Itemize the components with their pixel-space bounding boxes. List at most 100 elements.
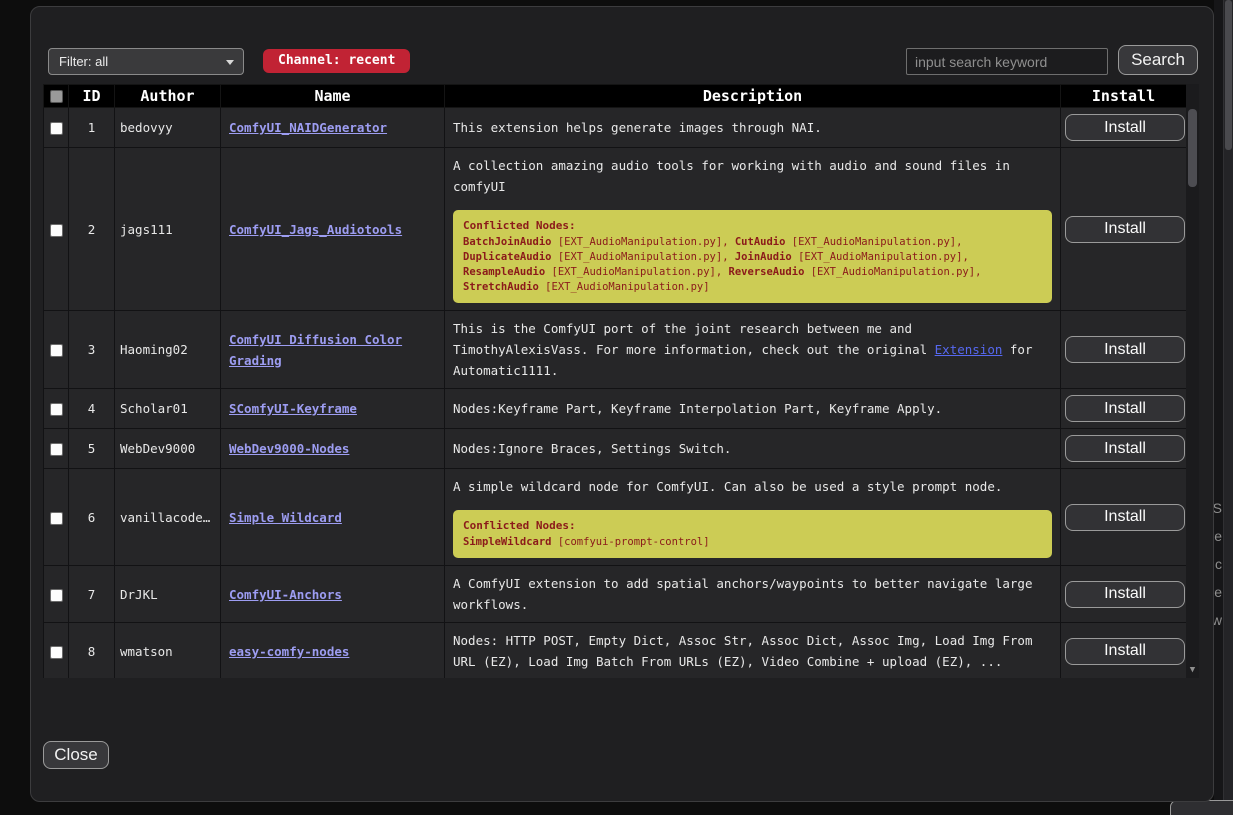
conflict-node-name: StretchAudio xyxy=(463,281,539,293)
row-description: This is the ComfyUI port of the joint re… xyxy=(445,311,1061,389)
scroll-down-arrow-icon[interactable]: ▼ xyxy=(1186,665,1199,675)
extension-name-link[interactable]: easy-comfy-nodes xyxy=(229,644,349,659)
row-name-cell: easy-comfy-nodes xyxy=(221,623,445,679)
search-button[interactable]: Search xyxy=(1118,45,1198,75)
conflict-node-ref: [EXT_AudioManipulation.py] xyxy=(552,251,723,263)
extension-name-link[interactable]: SComfyUI-Keyframe xyxy=(229,401,357,416)
extension-name-link[interactable]: ComfyUI_NAIDGenerator xyxy=(229,120,387,135)
page-scrollbar-thumb[interactable] xyxy=(1225,0,1232,150)
conflicted-nodes-warning: Conflicted Nodes: SimpleWildcard [comfyui… xyxy=(453,510,1052,558)
table-header-row: ID Author Name Description Install xyxy=(44,85,1187,108)
conflict-node-name: BatchJoinAudio xyxy=(463,236,552,248)
conflict-node-ref: [EXT_AudioManipulation.py] xyxy=(545,266,716,278)
clipped-text-fragment: c xyxy=(1215,556,1222,572)
row-id: 6 xyxy=(69,469,115,566)
conflict-title: Conflicted Nodes: xyxy=(463,218,1042,233)
install-custom-nodes-dialog: Filter: all Channel: recent Search ID xyxy=(30,6,1214,802)
select-all-checkbox[interactable] xyxy=(50,90,63,103)
conflict-node-ref: [EXT_AudioManipulation.py] xyxy=(792,251,963,263)
install-button[interactable]: Install xyxy=(1065,216,1185,243)
table-row: 7DrJKLComfyUI-AnchorsA ComfyUI extension… xyxy=(44,566,1187,623)
close-button[interactable]: Close xyxy=(43,741,109,769)
conflicted-nodes-warning: Conflicted Nodes: BatchJoinAudio [EXT_Aud… xyxy=(453,210,1052,303)
extension-name-link[interactable]: WebDev9000-Nodes xyxy=(229,441,349,456)
description-link[interactable]: Extension xyxy=(935,342,1003,357)
install-button[interactable]: Install xyxy=(1065,504,1185,531)
table-row: 4Scholar01SComfyUI-KeyframeNodes:Keyfram… xyxy=(44,389,1187,429)
install-button[interactable]: Install xyxy=(1065,114,1185,141)
row-install-cell: Install xyxy=(1061,148,1187,311)
row-checkbox-cell xyxy=(44,389,69,429)
install-button[interactable]: Install xyxy=(1065,435,1185,462)
row-checkbox[interactable] xyxy=(50,403,63,416)
row-description: A collection amazing audio tools for wor… xyxy=(445,148,1061,311)
conflict-node-ref: [EXT_AudioManipulation.py] xyxy=(552,236,723,248)
conflict-node-ref: [EXT_AudioManipulation.py] xyxy=(539,281,710,293)
table-scrollbar-thumb[interactable] xyxy=(1188,109,1197,187)
search-input[interactable] xyxy=(906,48,1108,75)
row-checkbox[interactable] xyxy=(50,443,63,456)
conflict-node-name: CutAudio xyxy=(735,236,786,248)
row-id: 5 xyxy=(69,429,115,469)
row-checkbox[interactable] xyxy=(50,512,63,525)
row-checkbox[interactable] xyxy=(50,646,63,659)
extensions-table: ID Author Name Description Install 1bedo… xyxy=(43,84,1187,678)
row-author: jags111 xyxy=(115,148,221,311)
conflict-node-name: ReverseAudio xyxy=(729,266,805,278)
row-checkbox-cell xyxy=(44,429,69,469)
row-checkbox-cell xyxy=(44,311,69,389)
row-checkbox[interactable] xyxy=(50,344,63,357)
row-install-cell: Install xyxy=(1061,108,1187,148)
row-author: bedovyy xyxy=(115,108,221,148)
row-name-cell: SComfyUI-Keyframe xyxy=(221,389,445,429)
table-row: 1bedovyyComfyUI_NAIDGeneratorThis extens… xyxy=(44,108,1187,148)
table-row: 8wmatsoneasy-comfy-nodesNodes: HTTP POST… xyxy=(44,623,1187,679)
row-name-cell: WebDev9000-Nodes xyxy=(221,429,445,469)
extension-name-link[interactable]: ComfyUI-Anchors xyxy=(229,587,342,602)
install-button[interactable]: Install xyxy=(1065,638,1185,665)
row-install-cell: Install xyxy=(1061,469,1187,566)
row-id: 3 xyxy=(69,311,115,389)
chevron-down-icon xyxy=(226,60,234,65)
conflict-node-name: JoinAudio xyxy=(735,251,792,263)
row-checkbox[interactable] xyxy=(50,122,63,135)
install-button[interactable]: Install xyxy=(1065,395,1185,422)
row-checkbox-cell xyxy=(44,108,69,148)
header-checkbox-cell xyxy=(44,85,69,108)
conflict-node-name: ResampleAudio xyxy=(463,266,545,278)
conflict-list: SimpleWildcard [comfyui-prompt-control] xyxy=(463,535,1042,550)
row-id: 4 xyxy=(69,389,115,429)
row-checkbox-cell xyxy=(44,469,69,566)
extensions-table-container: ID Author Name Description Install 1bedo… xyxy=(43,84,1199,678)
install-button[interactable]: Install xyxy=(1065,336,1185,363)
header-id: ID xyxy=(69,85,115,108)
row-install-cell: Install xyxy=(1061,389,1187,429)
clipped-corner-button[interactable] xyxy=(1170,800,1233,815)
conflict-title: Conflicted Nodes: xyxy=(463,518,1042,533)
clipped-text-fragment: e xyxy=(1214,584,1222,600)
row-checkbox-cell xyxy=(44,623,69,679)
page-scrollbar[interactable] xyxy=(1223,0,1233,815)
screen: Secew Filter: all Channel: recent Search xyxy=(0,0,1233,815)
row-checkbox[interactable] xyxy=(50,589,63,602)
row-description: Nodes: HTTP POST, Empty Dict, Assoc Str,… xyxy=(445,623,1061,679)
table-row: 6vanillacode…Simple WildcardA simple wil… xyxy=(44,469,1187,566)
row-author: Haoming02 xyxy=(115,311,221,389)
row-checkbox[interactable] xyxy=(50,224,63,237)
channel-badge: Channel: recent xyxy=(263,49,410,73)
extension-name-link[interactable]: Simple Wildcard xyxy=(229,510,342,525)
install-button[interactable]: Install xyxy=(1065,581,1185,608)
filter-select[interactable]: Filter: all xyxy=(48,48,244,75)
conflict-node-ref: [EXT_AudioManipulation.py] xyxy=(804,266,975,278)
row-id: 8 xyxy=(69,623,115,679)
row-description: A ComfyUI extension to add spatial ancho… xyxy=(445,566,1061,623)
row-author: DrJKL xyxy=(115,566,221,623)
header-install: Install xyxy=(1061,85,1187,108)
table-body: 1bedovyyComfyUI_NAIDGeneratorThis extens… xyxy=(44,108,1187,679)
background-page-strip: Secew xyxy=(1214,0,1233,815)
table-scrollbar[interactable]: ▼ xyxy=(1186,84,1199,678)
extension-name-link[interactable]: ComfyUI Diffusion Color Grading xyxy=(229,332,402,368)
extension-name-link[interactable]: ComfyUI_Jags_Audiotools xyxy=(229,222,402,237)
row-description: Nodes:Keyframe Part, Keyframe Interpolat… xyxy=(445,389,1061,429)
row-install-cell: Install xyxy=(1061,429,1187,469)
